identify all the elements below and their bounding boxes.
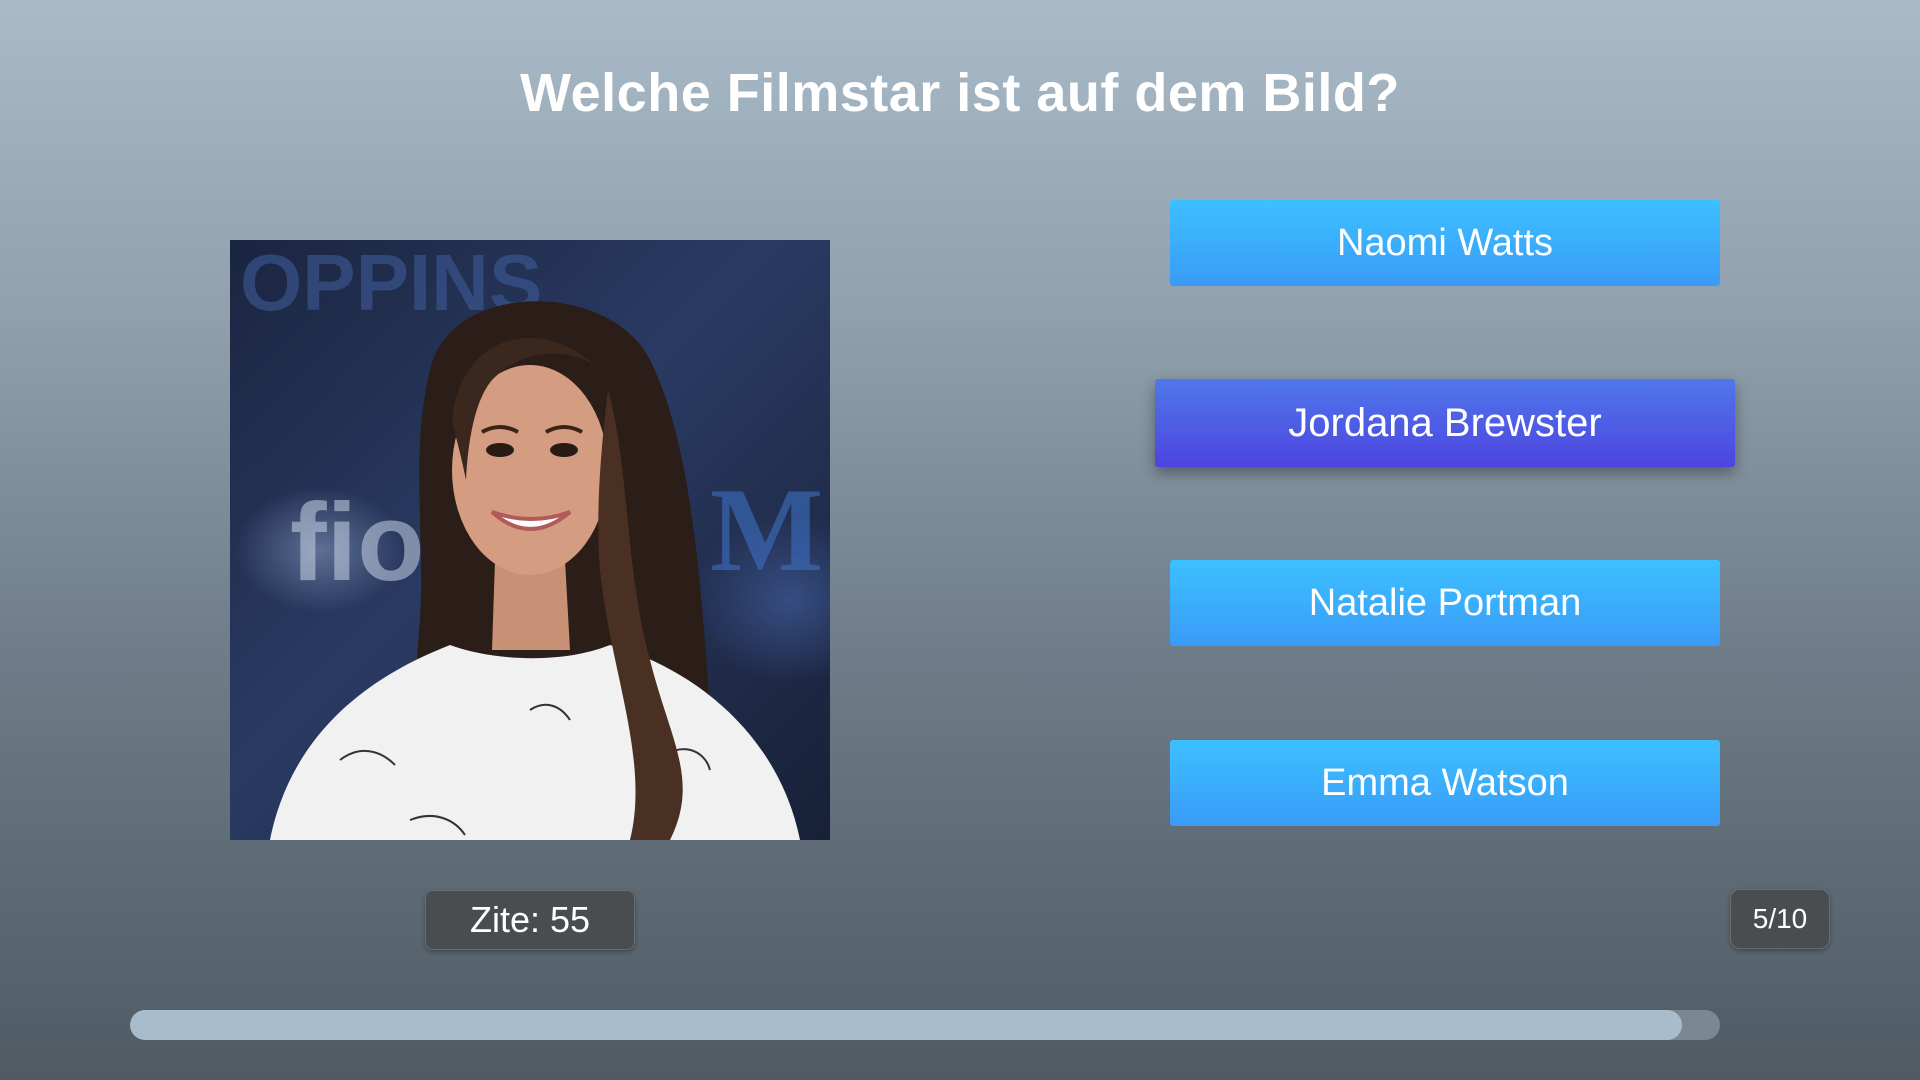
progress-bar xyxy=(130,1010,1720,1040)
answer-label: Emma Watson xyxy=(1321,761,1569,804)
answer-button-4[interactable]: Emma Watson xyxy=(1170,740,1720,826)
question-counter-text: 5/10 xyxy=(1752,903,1808,934)
time-remaining-badge: Zite: 55 xyxy=(425,890,635,950)
celebrity-photo: OPPINS fio M xyxy=(230,240,830,840)
time-remaining-text: Zite: 55 xyxy=(469,899,591,940)
answer-button-2-selected[interactable]: Jordana Brewster xyxy=(1155,379,1735,467)
answer-label: Natalie Portman xyxy=(1308,581,1582,624)
photo-illustration: OPPINS fio M xyxy=(240,240,823,840)
answer-button-3[interactable]: Natalie Portman xyxy=(1170,560,1720,646)
answer-label: Jordana Brewster xyxy=(1288,400,1602,445)
answer-label: Naomi Watts xyxy=(1336,221,1554,264)
question-counter-badge: 5/10 xyxy=(1730,889,1830,949)
svg-text:M: M xyxy=(710,463,823,596)
answer-button-1[interactable]: Naomi Watts xyxy=(1170,200,1720,286)
question-title: Welche Filmstar ist auf dem Bild? xyxy=(520,63,1400,123)
svg-text:fio: fio xyxy=(290,481,424,604)
progress-bar-fill xyxy=(130,1010,1682,1040)
